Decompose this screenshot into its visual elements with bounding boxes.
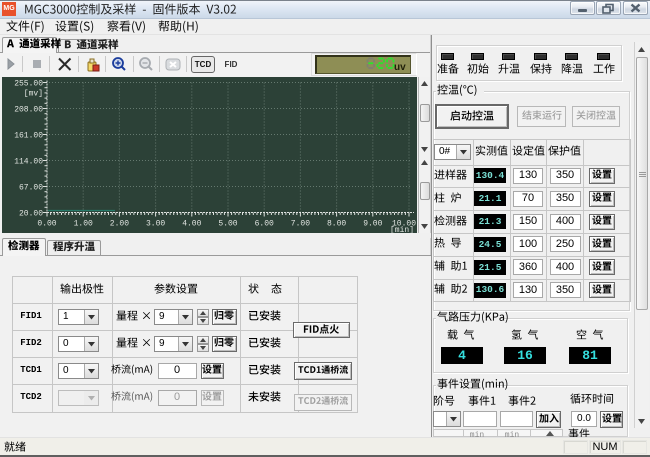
svg-text:255.00: 255.00 xyxy=(14,80,43,89)
svg-text:3.00: 3.00 xyxy=(146,220,165,229)
svg-text:67.00: 67.00 xyxy=(19,184,43,193)
svg-text:114.00: 114.00 xyxy=(14,158,43,167)
svg-text:5.00: 5.00 xyxy=(218,220,237,229)
svg-text:[mv]: [mv] xyxy=(24,90,43,99)
svg-text:7.00: 7.00 xyxy=(291,220,310,229)
svg-text:[min]: [min] xyxy=(390,226,414,233)
svg-text:2.00: 2.00 xyxy=(110,220,129,229)
svg-text:8.00: 8.00 xyxy=(327,220,346,229)
svg-text:20.00: 20.00 xyxy=(19,210,43,219)
svg-text:6.00: 6.00 xyxy=(255,220,274,229)
svg-text:1.00: 1.00 xyxy=(74,220,93,229)
svg-text:9.00: 9.00 xyxy=(363,220,382,229)
svg-text:161.00: 161.00 xyxy=(14,132,43,141)
svg-text:4.00: 4.00 xyxy=(182,220,201,229)
svg-text:0.00: 0.00 xyxy=(37,220,56,229)
svg-text:208.00: 208.00 xyxy=(14,106,43,115)
